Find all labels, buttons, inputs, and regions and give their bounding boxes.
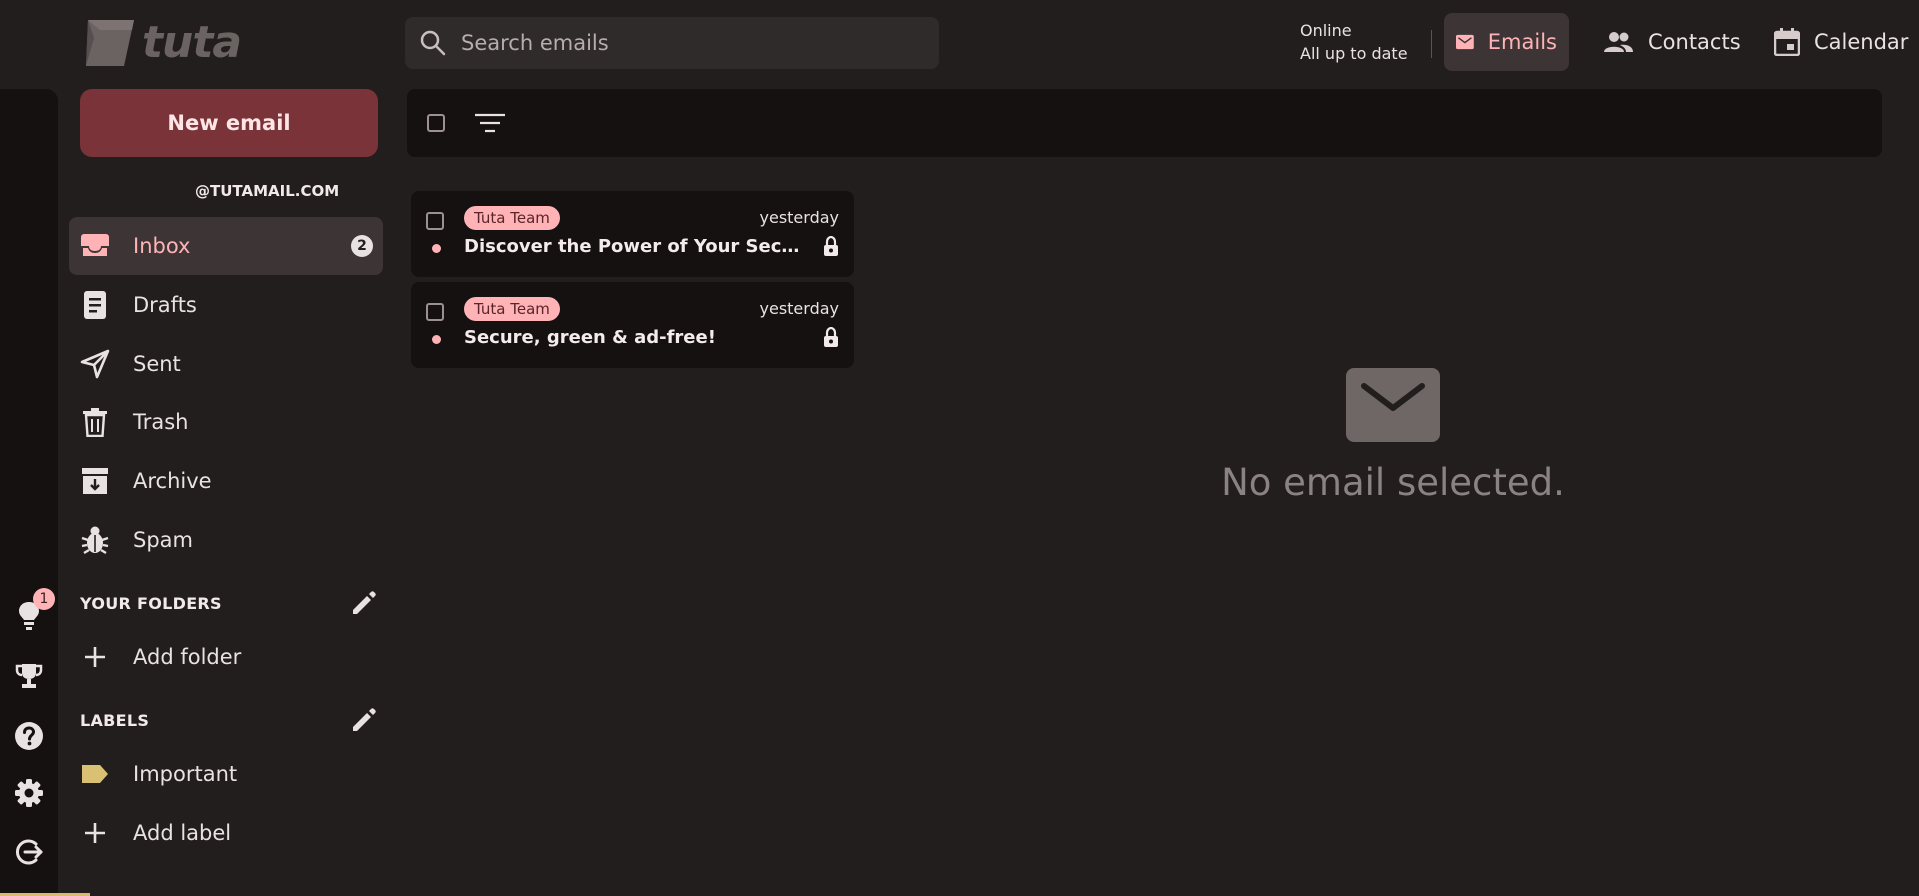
mail-checkbox[interactable] [426, 212, 444, 230]
folder-spam[interactable]: Spam [69, 511, 383, 569]
folder-spam-label: Spam [133, 528, 193, 552]
nav-emails-label: Emails [1487, 30, 1557, 54]
divider [1431, 30, 1432, 58]
edit-folders-button[interactable] [348, 589, 378, 619]
filter-icon [475, 113, 505, 133]
achievements-button[interactable] [11, 658, 47, 694]
help-button[interactable] [11, 718, 47, 754]
mail-sender: Tuta Team [464, 297, 560, 321]
folder-archive-label: Archive [133, 469, 212, 493]
mail-list-item[interactable]: Tuta Team yesterday Discover the Power o… [411, 191, 854, 277]
folder-trash-label: Trash [133, 410, 189, 434]
folder-drafts-label: Drafts [133, 293, 197, 317]
folder-trash[interactable]: Trash [69, 393, 383, 451]
mail-icon [1456, 34, 1474, 50]
trash-icon [80, 407, 110, 437]
unread-indicator [432, 244, 441, 253]
plus-icon [80, 818, 110, 848]
spam-icon [80, 525, 110, 555]
sent-icon [80, 349, 110, 379]
folder-archive[interactable]: Archive [69, 452, 383, 510]
select-all-checkbox[interactable] [427, 114, 445, 132]
mail-list-item[interactable]: Tuta Team yesterday Secure, green & ad-f… [411, 282, 854, 368]
folder-sent[interactable]: Sent [69, 335, 383, 393]
add-folder-button[interactable]: Add folder [69, 628, 383, 686]
tuta-logo-icon [86, 20, 134, 66]
mail-subject: Secure, green & ad-free! [464, 327, 716, 348]
drafts-icon [80, 290, 110, 320]
add-label-button[interactable]: Add label [69, 804, 383, 862]
nav-calendar-button[interactable]: Calendar [1762, 13, 1919, 71]
new-email-button[interactable]: New email [80, 89, 378, 157]
connection-status: Online [1300, 21, 1352, 40]
plus-icon [80, 642, 110, 672]
label-important[interactable]: Important [69, 745, 383, 803]
nav-emails-button[interactable]: Emails [1444, 13, 1569, 71]
unread-count-badge: 2 [351, 235, 373, 257]
nav-calendar-label: Calendar [1814, 30, 1909, 54]
mail-date: yesterday [759, 299, 840, 318]
filter-button[interactable] [474, 107, 506, 139]
labels-heading: LABELS [80, 711, 150, 730]
pencil-icon [353, 708, 376, 731]
archive-icon [80, 466, 110, 496]
pencil-icon [353, 591, 376, 614]
search-icon [420, 30, 446, 56]
add-label-label: Add label [133, 821, 232, 845]
mail-date: yesterday [759, 208, 840, 227]
folder-inbox-label: Inbox [133, 234, 191, 258]
no-email-selected-text: No email selected. [1221, 461, 1565, 504]
search-input[interactable] [459, 30, 939, 56]
nav-contacts-label: Contacts [1648, 30, 1741, 54]
help-icon [15, 722, 43, 750]
calendar-icon [1774, 28, 1800, 56]
tips-badge: 1 [33, 588, 55, 610]
confidential-icon [824, 236, 838, 256]
confidential-icon [824, 327, 838, 347]
tuta-logo[interactable]: tuta [84, 16, 242, 70]
top-bar: tuta Online All up to date Emails Contac… [0, 0, 1919, 86]
mail-sender: Tuta Team [464, 206, 560, 230]
your-folders-heading: YOUR FOLDERS [80, 594, 222, 613]
folder-sent-label: Sent [133, 352, 181, 376]
label-important-text: Important [133, 762, 238, 786]
mail-checkbox[interactable] [426, 303, 444, 321]
mail-subject: Discover the Power of Your Secure Tuta M… [464, 236, 804, 257]
logo-text: tuta [142, 17, 242, 68]
unread-indicator [432, 335, 441, 344]
logout-button[interactable] [11, 834, 47, 870]
nav-contacts-button[interactable]: Contacts [1590, 13, 1753, 71]
label-tag-icon [80, 759, 110, 789]
logout-icon [16, 839, 43, 865]
edit-labels-button[interactable] [348, 706, 378, 736]
folder-drafts[interactable]: Drafts [69, 276, 383, 334]
account-address: @TUTAMAIL.COM [195, 182, 340, 200]
folder-inbox[interactable]: Inbox 2 [69, 217, 383, 275]
mail-list-toolbar [407, 89, 1882, 157]
trophy-icon [15, 664, 43, 688]
add-folder-label: Add folder [133, 645, 242, 669]
gear-icon [15, 779, 43, 807]
contacts-icon [1604, 32, 1633, 52]
sync-state: All up to date [1300, 44, 1408, 63]
inbox-icon [80, 231, 110, 261]
sync-status: Online All up to date [1300, 19, 1408, 65]
settings-button[interactable] [11, 775, 47, 811]
envelope-icon [1346, 368, 1440, 442]
search-bar[interactable] [405, 17, 939, 69]
